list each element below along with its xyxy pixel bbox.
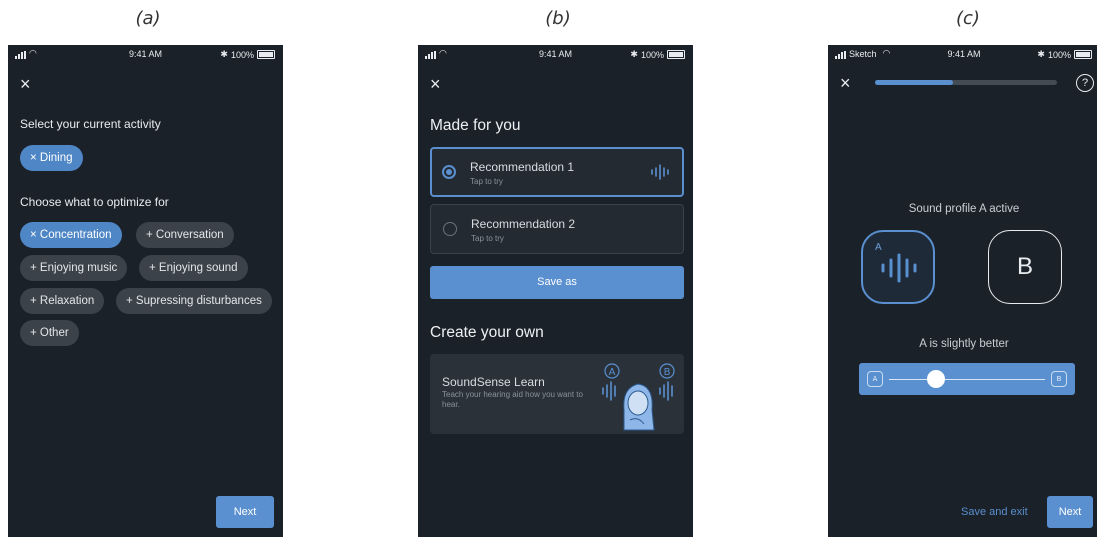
listener-illustration: A B bbox=[602, 363, 675, 431]
chip-conversation[interactable]: + Conversation bbox=[136, 222, 234, 248]
bluetooth-icon: ✱ bbox=[220, 49, 228, 59]
preference-slider[interactable]: A B bbox=[859, 363, 1075, 395]
next-button[interactable]: Next bbox=[216, 496, 274, 528]
illustration-letter-a: A bbox=[609, 367, 616, 378]
slider-track bbox=[889, 379, 1045, 380]
next-button[interactable]: Next bbox=[1047, 496, 1093, 528]
close-icon[interactable]: × bbox=[430, 75, 441, 93]
save-as-button[interactable]: Save as bbox=[430, 266, 684, 299]
profile-status: Sound profile A active bbox=[908, 203, 1020, 215]
radio-selected[interactable] bbox=[442, 165, 456, 179]
battery-percent: 100% bbox=[640, 49, 664, 60]
recommendation-1-subtitle: Tap to try bbox=[470, 177, 503, 186]
made-for-you-heading: Made for you bbox=[430, 117, 521, 134]
radio-unselected[interactable] bbox=[443, 222, 457, 236]
chip-other[interactable]: + Other bbox=[20, 320, 79, 346]
battery-percent: 100% bbox=[230, 49, 254, 60]
save-and-exit-link[interactable]: Save and exit bbox=[961, 506, 1028, 518]
waveform-icon bbox=[881, 253, 917, 283]
illustration-letter-b: B bbox=[664, 367, 671, 378]
status-bar: Sketch ◠ 9:41 AM ✱ 100% bbox=[828, 48, 1097, 62]
battery-icon bbox=[1074, 50, 1092, 59]
profile-a-button[interactable]: A bbox=[861, 230, 935, 304]
recommendation-2-card[interactable]: Recommendation 2 Tap to try bbox=[430, 204, 684, 254]
profile-b-button[interactable]: B bbox=[988, 230, 1062, 304]
battery-icon bbox=[257, 50, 275, 59]
close-icon[interactable]: × bbox=[840, 74, 851, 92]
battery-icon bbox=[667, 50, 685, 59]
bluetooth-icon: ✱ bbox=[1037, 49, 1045, 59]
recommendation-2-title: Recommendation 2 bbox=[471, 217, 576, 231]
rating-label: A is slightly better bbox=[919, 338, 1009, 350]
optimize-heading: Choose what to optimize for bbox=[20, 195, 169, 209]
progress-track bbox=[875, 80, 1057, 85]
chip-supressing-disturbances[interactable]: + Supressing disturbances bbox=[116, 288, 272, 314]
caption-a: (a) bbox=[135, 8, 161, 29]
recommendation-1-title: Recommendation 1 bbox=[470, 160, 575, 174]
activity-heading: Select your current activity bbox=[20, 117, 161, 131]
caption-b: (b) bbox=[545, 8, 571, 29]
bluetooth-icon: ✱ bbox=[630, 49, 638, 59]
chip-enjoying-sound[interactable]: + Enjoying sound bbox=[139, 255, 248, 281]
profile-b-label: B bbox=[1016, 253, 1033, 280]
slider-label-b: B bbox=[1051, 371, 1067, 387]
screen-a: ◠ 9:41 AM ✱ 100% × Select your current ac… bbox=[8, 45, 283, 537]
chip-relaxation[interactable]: + Relaxation bbox=[20, 288, 105, 314]
progress-fill bbox=[875, 80, 954, 85]
status-bar: ◠ 9:41 AM ✱ 100% bbox=[418, 48, 693, 62]
caption-c: (c) bbox=[956, 8, 980, 29]
soundsense-learn-title: SoundSense Learn bbox=[442, 375, 545, 389]
slider-thumb[interactable] bbox=[926, 370, 945, 388]
chip-concentration[interactable]: × Concentration bbox=[20, 222, 122, 248]
create-your-own-heading: Create your own bbox=[430, 324, 544, 341]
help-icon[interactable]: ? bbox=[1076, 74, 1094, 92]
screen-c: Sketch ◠ 9:41 AM ✱ 100% × ? Sound profile … bbox=[828, 45, 1097, 537]
slider-label-a: A bbox=[867, 371, 883, 387]
activity-chip-dining[interactable]: × Dining bbox=[20, 145, 83, 171]
soundsense-learn-description: Teach your hearing aid how you want to h… bbox=[442, 390, 583, 409]
chip-enjoying-music[interactable]: + Enjoying music bbox=[20, 255, 128, 281]
screen-b: ◠ 9:41 AM ✱ 100% × Made for you Recommend… bbox=[418, 45, 693, 537]
close-icon[interactable]: × bbox=[20, 75, 31, 93]
battery-percent: 100% bbox=[1047, 49, 1071, 60]
recommendation-1-card[interactable]: Recommendation 1 Tap to try bbox=[430, 147, 684, 197]
recommendation-2-subtitle: Tap to try bbox=[471, 234, 504, 243]
waveform-icon bbox=[651, 164, 669, 180]
soundsense-learn-card[interactable]: SoundSense Learn Teach your hearing aid … bbox=[430, 354, 684, 434]
status-bar: ◠ 9:41 AM ✱ 100% bbox=[8, 48, 283, 62]
